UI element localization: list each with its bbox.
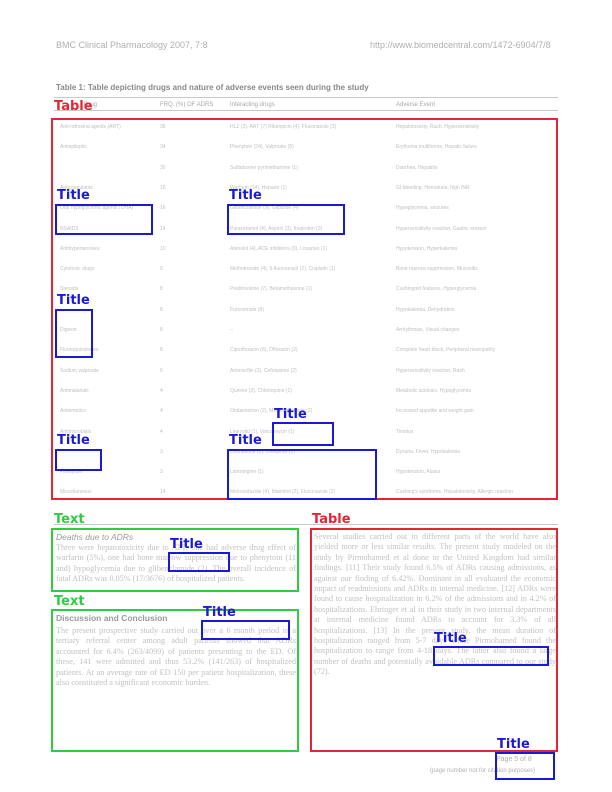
annotation-label-title-8: Title [203, 605, 236, 620]
annotation-box-title-7 [168, 552, 230, 572]
annotation-box-title-5 [55, 449, 102, 471]
table-bottom-rule [54, 524, 558, 525]
annotation-box-title-2 [227, 204, 345, 235]
annotation-label-table: Table [54, 99, 93, 114]
annotation-label-title-2: Title [229, 188, 262, 203]
annotation-label-text-2: Text [54, 594, 85, 609]
annotation-box-title-6 [227, 449, 377, 500]
table-caption: Table 1: Table depicting drugs and natur… [56, 83, 369, 92]
annotation-label-title-3: Title [57, 293, 90, 308]
annotation-label-title-9: Title [434, 631, 467, 646]
annotation-box-title-8 [201, 620, 290, 640]
annotation-label-text-1: Text [54, 512, 85, 527]
journal-header: BMC Clinical Pharmacology 2007, 7:8 [56, 40, 208, 50]
annotation-label-title-7: Title [170, 537, 203, 552]
annotation-label-title-5: Title [57, 433, 90, 448]
annotation-box-title-1 [55, 204, 153, 235]
journal-url[interactable]: http://www.biomedcentral.com/1472-6904/7… [370, 40, 551, 50]
annotation-box-title-4 [272, 422, 334, 446]
annotation-box-title-10 [495, 752, 555, 780]
annotation-label-title-1: Title [57, 188, 90, 203]
annotation-label-title-6: Title [229, 433, 262, 448]
annotation-label-table-2: Table [312, 512, 351, 527]
table-header-rule [54, 110, 558, 111]
annotation-box-title-3 [55, 309, 93, 358]
column-header-freq: FRQ. (%) OF ADRS [160, 102, 214, 108]
column-header-event: Adverse Event [396, 102, 436, 108]
annotation-label-title-10: Title [497, 737, 530, 752]
table-top-rule [54, 97, 558, 98]
annotation-label-title-4: Title [274, 407, 307, 422]
annotation-box-title-9 [433, 646, 549, 666]
column-header-interacting: Interacting drugs [230, 102, 275, 108]
